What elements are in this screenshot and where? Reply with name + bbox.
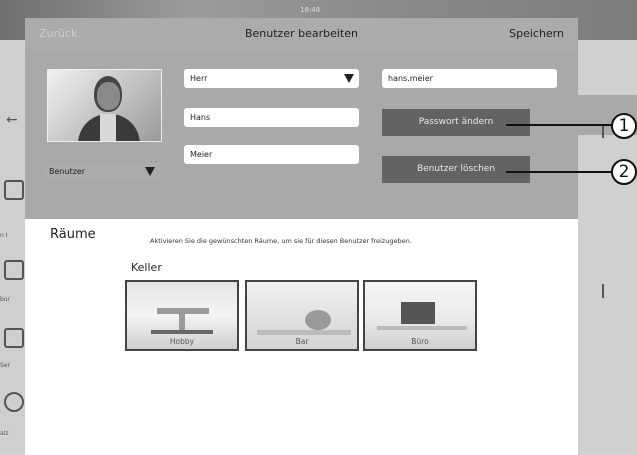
room-label: Bar [295, 337, 309, 346]
background-divider-icon [602, 284, 618, 298]
background-label-3: Ser [0, 362, 10, 369]
delete-user-button[interactable]: Benutzer löschen [382, 156, 530, 183]
edit-user-modal: Zurück Benutzer bearbeiten Speichern Her… [25, 18, 578, 455]
chevron-down-icon [145, 167, 155, 176]
background-icon-1 [4, 180, 24, 200]
room-office-desk [377, 326, 467, 330]
username-field[interactable]: hans.meier [382, 69, 557, 88]
rooms-heading: Räume [50, 227, 96, 242]
chevron-down-icon [344, 74, 354, 83]
room-tile-hobby[interactable]: Hobby [125, 280, 239, 351]
salutation-select[interactable]: Herr [184, 69, 359, 88]
room-bar-counter [257, 330, 351, 335]
modal-title: Benutzer bearbeiten [244, 27, 358, 40]
background-back-arrow-icon: ← [6, 112, 18, 128]
rooms-hint: Aktivieren Sie die gewünschten Räume, um… [150, 237, 412, 245]
change-password-button[interactable]: Passwort ändern [382, 109, 530, 136]
room-office-monitor [401, 302, 435, 324]
room-tile-office[interactable]: Büro [363, 280, 477, 351]
background-label-1: n I [0, 232, 8, 239]
role-value: Benutzer [49, 167, 86, 176]
salutation-value: Herr [190, 74, 208, 83]
room-bar-stool [305, 310, 331, 330]
room-tile-bar[interactable]: Bar [245, 280, 359, 351]
role-select[interactable]: Benutzer [45, 163, 160, 181]
photo-shirt [100, 114, 116, 141]
callout-1: 1 [611, 113, 637, 139]
background-icon-2 [4, 260, 24, 280]
background-label-4: alz [0, 430, 9, 437]
first-name-field[interactable]: Hans [184, 108, 359, 127]
callout-line-2 [506, 171, 612, 173]
status-time: 18:48 [300, 6, 321, 14]
floor-heading: Keller [131, 261, 162, 274]
background-sidebar-right [578, 40, 637, 455]
user-photo[interactable] [47, 69, 162, 142]
save-button[interactable]: Speichern [509, 27, 564, 40]
user-form: Herr Hans Meier hans.meier Benutzer Pass… [25, 51, 578, 219]
background-icon-4 [4, 392, 24, 412]
callout-line-1 [506, 124, 612, 126]
room-label: Büro [411, 337, 429, 346]
background-icon-3 [4, 328, 24, 348]
last-name-field[interactable]: Meier [184, 145, 359, 164]
callout-2: 2 [611, 159, 637, 185]
photo-face [97, 82, 120, 110]
background-sidebar-left: ← n I bur Ser alz [0, 40, 25, 455]
room-label: Hobby [169, 337, 195, 346]
modal-navbar: Zurück Benutzer bearbeiten Speichern [25, 18, 578, 51]
background-label-2: bur [0, 296, 11, 303]
room-hobby-base [151, 330, 213, 334]
